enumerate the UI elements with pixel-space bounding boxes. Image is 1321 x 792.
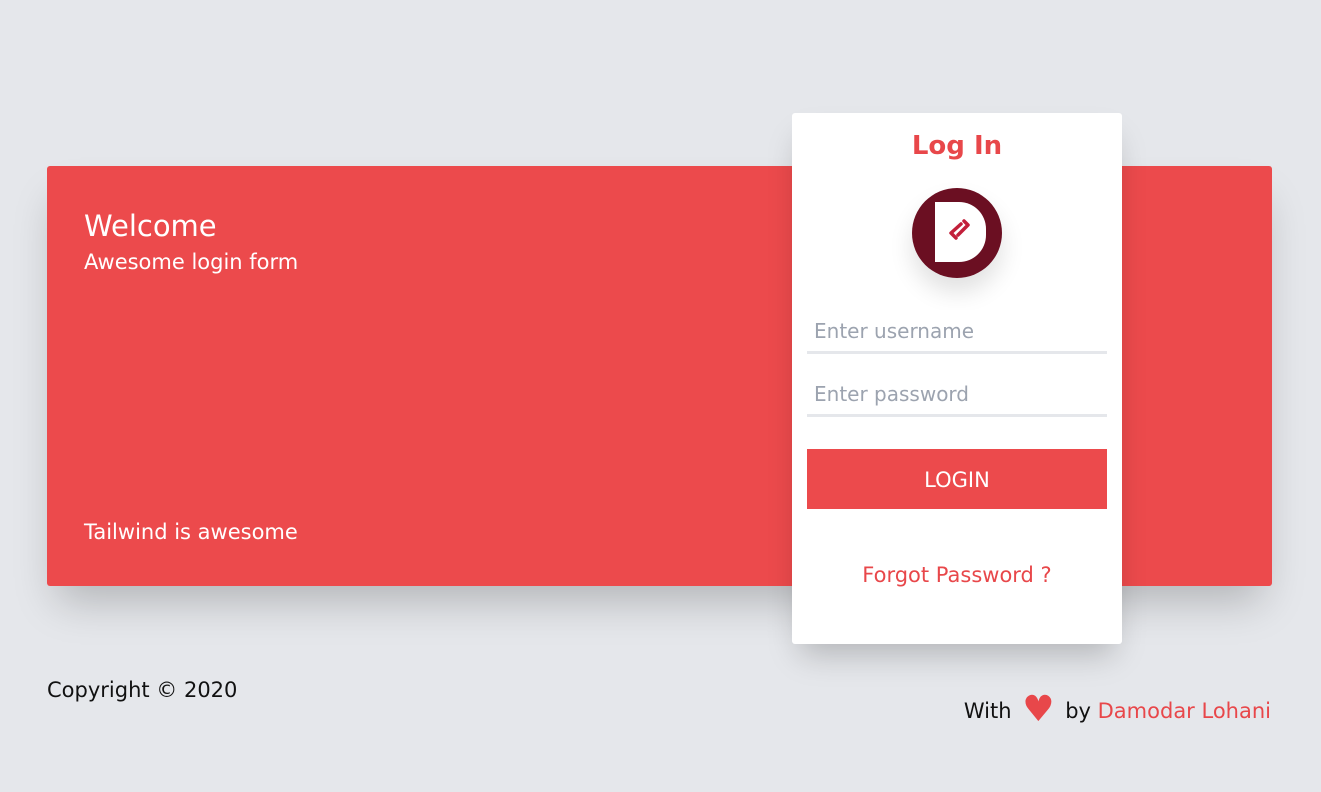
welcome-subtitle: Awesome login form [84,250,299,274]
banner-tagline: Tailwind is awesome [84,520,298,544]
copyright-text: Copyright © 2020 [47,678,238,702]
d-logo-icon [912,188,1002,278]
welcome-title: Welcome [84,209,217,243]
username-input[interactable] [807,310,1107,354]
password-input[interactable] [807,373,1107,417]
author-link[interactable]: Damodar Lohani [1098,699,1271,723]
author-credit: With ♥ by Damodar Lohani [964,690,1271,731]
credit-with-label: With [963,699,1012,723]
login-card: Log In LOGIN Forgot Password ? [792,113,1122,644]
forgot-password-link[interactable]: Forgot Password ? [792,561,1122,589]
credit-by-label: by [1065,699,1091,723]
heart-icon: ♥ [1022,689,1055,730]
page: Welcome Awesome login form Tailwind is a… [0,0,1321,792]
login-button[interactable]: LOGIN [807,449,1107,509]
login-title: Log In [911,131,1003,161]
